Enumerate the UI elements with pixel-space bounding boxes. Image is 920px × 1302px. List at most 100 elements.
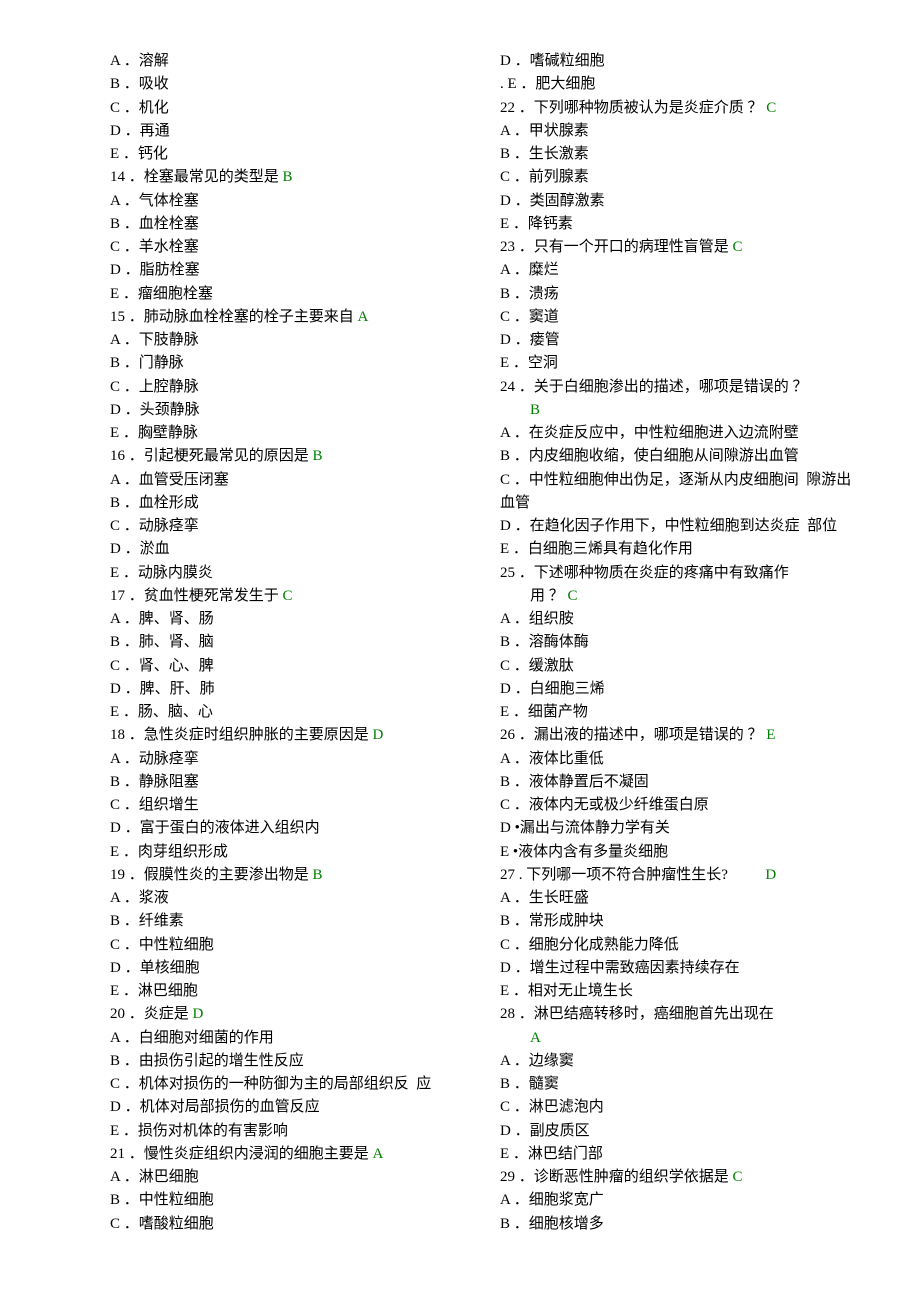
- question-22: 22 ．下列哪种物质被认为是炎症介质 ？ C: [500, 97, 860, 120]
- option: B ．静脉阻塞: [110, 771, 470, 794]
- option: A ．组织胺: [500, 608, 860, 631]
- question-19: 19 ．假膜性炎的主要渗出物是 B: [110, 864, 470, 887]
- q-text: 20 ．炎症是: [110, 1006, 193, 1022]
- question-26: 26 ．漏出液的描述中，哪项是错误的 ？ E: [500, 724, 860, 747]
- option: B ．溃疡: [500, 283, 860, 306]
- option: C ．机体对损伤的一种防御为主的局部组织反 应: [110, 1073, 470, 1096]
- option: A ．下肢静脉: [110, 329, 470, 352]
- answer: C: [733, 239, 743, 255]
- option: E ．淋巴细胞: [110, 980, 470, 1003]
- option: C ．淋巴滤泡内: [500, 1096, 860, 1119]
- option: D ．副皮质区: [500, 1120, 860, 1143]
- option: B ．血栓栓塞: [110, 213, 470, 236]
- q-text: 21 ．慢性炎症组织内浸润的细胞主要是: [110, 1146, 373, 1162]
- option: D ．脾、肝、肺: [110, 678, 470, 701]
- answer: B: [500, 399, 860, 422]
- question-20: 20 ．炎症是 D: [110, 1003, 470, 1026]
- question-21: 21 ．慢性炎症组织内浸润的细胞主要是 A: [110, 1143, 470, 1166]
- option: D ．嗜碱粒细胞: [500, 50, 860, 73]
- option: E ．相对无止境生长: [500, 980, 860, 1003]
- question-25: 25 ．下述哪种物质在炎症的疼痛中有致痛作: [500, 562, 860, 585]
- answer: D: [373, 727, 384, 743]
- q-text: 23 ．只有一个开口的病理性盲管是: [500, 239, 733, 255]
- option: B ．溶酶体酶: [500, 631, 860, 654]
- answer: A: [358, 309, 369, 325]
- question-18: 18 ．急性炎症时组织肿胀的主要原因是 D: [110, 724, 470, 747]
- option: E ．降钙素: [500, 213, 860, 236]
- option: . E ．肥大细胞: [500, 73, 860, 96]
- q-text: 25 ．下述哪种物质在炎症的疼痛中有致痛作: [500, 565, 789, 581]
- option: B ．生长激素: [500, 143, 860, 166]
- answer: D: [193, 1006, 204, 1022]
- q-text: 28 ．淋巴结癌转移时，癌细胞首先出现在: [500, 1006, 774, 1022]
- option: A ．生长旺盛: [500, 887, 860, 910]
- option: E ．白细胞三烯具有趋化作用: [500, 538, 860, 561]
- answer: C: [283, 588, 293, 604]
- answer: B: [313, 867, 323, 883]
- option: D ．机体对局部损伤的血管反应: [110, 1096, 470, 1119]
- option: C ．嗜酸粒细胞: [110, 1213, 470, 1236]
- answer: E: [766, 727, 775, 743]
- answer: D: [765, 867, 776, 883]
- question-24: 24 ．关于白细胞渗出的描述，哪项是错误的 ？: [500, 376, 860, 399]
- option: D ．瘘管: [500, 329, 860, 352]
- q-text: 18 ．急性炎症时组织肿胀的主要原因是: [110, 727, 373, 743]
- question-28: 28 ．淋巴结癌转移时，癌细胞首先出现在: [500, 1003, 860, 1026]
- option: E ．空洞: [500, 352, 860, 375]
- q-text: 15 ．肺动脉血栓栓塞的栓子主要来自: [110, 309, 358, 325]
- option: B ．纤维素: [110, 910, 470, 933]
- option: C ．缓激肽: [500, 655, 860, 678]
- option: D ．在趋化因子作用下，中性粒细胞到达炎症 部位: [500, 515, 860, 538]
- option: B ．内皮细胞收缩，使白细胞从间隙游出血管: [500, 445, 860, 468]
- q-text: 26 ．漏出液的描述中，哪项是错误的 ？: [500, 727, 766, 743]
- option: C ．中性粒细胞: [110, 934, 470, 957]
- option: E ．损伤对机体的有害影响: [110, 1120, 470, 1143]
- option: A ．溶解: [110, 50, 470, 73]
- option: B ．中性粒细胞: [110, 1189, 470, 1212]
- q-text: 24 ．关于白细胞渗出的描述，哪项是错误的 ？: [500, 379, 808, 395]
- option: E ．瘤细胞栓塞: [110, 283, 470, 306]
- question-29: 29 ．诊断恶性肿瘤的组织学依据是 C: [500, 1166, 860, 1189]
- option: C ．组织增生: [110, 794, 470, 817]
- option: B ．细胞核增多: [500, 1213, 860, 1236]
- q-text: 29 ．诊断恶性肿瘤的组织学依据是: [500, 1169, 733, 1185]
- option: A ．液体比重低: [500, 748, 860, 771]
- q-text: 22 ．下列哪种物质被认为是炎症介质 ？: [500, 100, 766, 116]
- answer: C: [733, 1169, 743, 1185]
- option: C ．细胞分化成熟能力降低: [500, 934, 860, 957]
- option: A ．在炎症反应中，中性粒细胞进入边流附壁: [500, 422, 860, 445]
- option: B ．吸收: [110, 73, 470, 96]
- option: B ．常形成肿块: [500, 910, 860, 933]
- option: C ．前列腺素: [500, 166, 860, 189]
- q-text: 17 ．贫血性梗死常发生于: [110, 588, 283, 604]
- option: A ．淋巴细胞: [110, 1166, 470, 1189]
- option: D ．增生过程中需致癌因素持续存在: [500, 957, 860, 980]
- q-text: 用 ？: [530, 588, 568, 604]
- option: D •漏出与流体静力学有关: [500, 817, 860, 840]
- option: A ．甲状腺素: [500, 120, 860, 143]
- option: C ．上腔静脉: [110, 376, 470, 399]
- option: C ．肾、心、脾: [110, 655, 470, 678]
- question-23: 23 ．只有一个开口的病理性盲管是 C: [500, 236, 860, 259]
- question-14: 14 ．栓塞最常见的类型是 B: [110, 166, 470, 189]
- option: B ．肺、肾、脑: [110, 631, 470, 654]
- option: E ．细菌产物: [500, 701, 860, 724]
- option: B ．髓窦: [500, 1073, 860, 1096]
- option: E ．肠、脑、心: [110, 701, 470, 724]
- answer: C: [766, 100, 776, 116]
- option: D ．富于蛋白的液体进入组织内: [110, 817, 470, 840]
- option: B ．由损伤引起的增生性反应: [110, 1050, 470, 1073]
- option: E ．钙化: [110, 143, 470, 166]
- option: A ．浆液: [110, 887, 470, 910]
- option: E ．肉芽组织形成: [110, 841, 470, 864]
- option: A ．脾、肾、肠: [110, 608, 470, 631]
- option: E ．淋巴结门部: [500, 1143, 860, 1166]
- option: C ．机化: [110, 97, 470, 120]
- option: D ．头颈静脉: [110, 399, 470, 422]
- question-17: 17 ．贫血性梗死常发生于 C: [110, 585, 470, 608]
- option: D ．白细胞三烯: [500, 678, 860, 701]
- option: D ．再通: [110, 120, 470, 143]
- option: E •液体内含有多量炎细胞: [500, 841, 860, 864]
- option: B ．门静脉: [110, 352, 470, 375]
- option: A ．气体栓塞: [110, 190, 470, 213]
